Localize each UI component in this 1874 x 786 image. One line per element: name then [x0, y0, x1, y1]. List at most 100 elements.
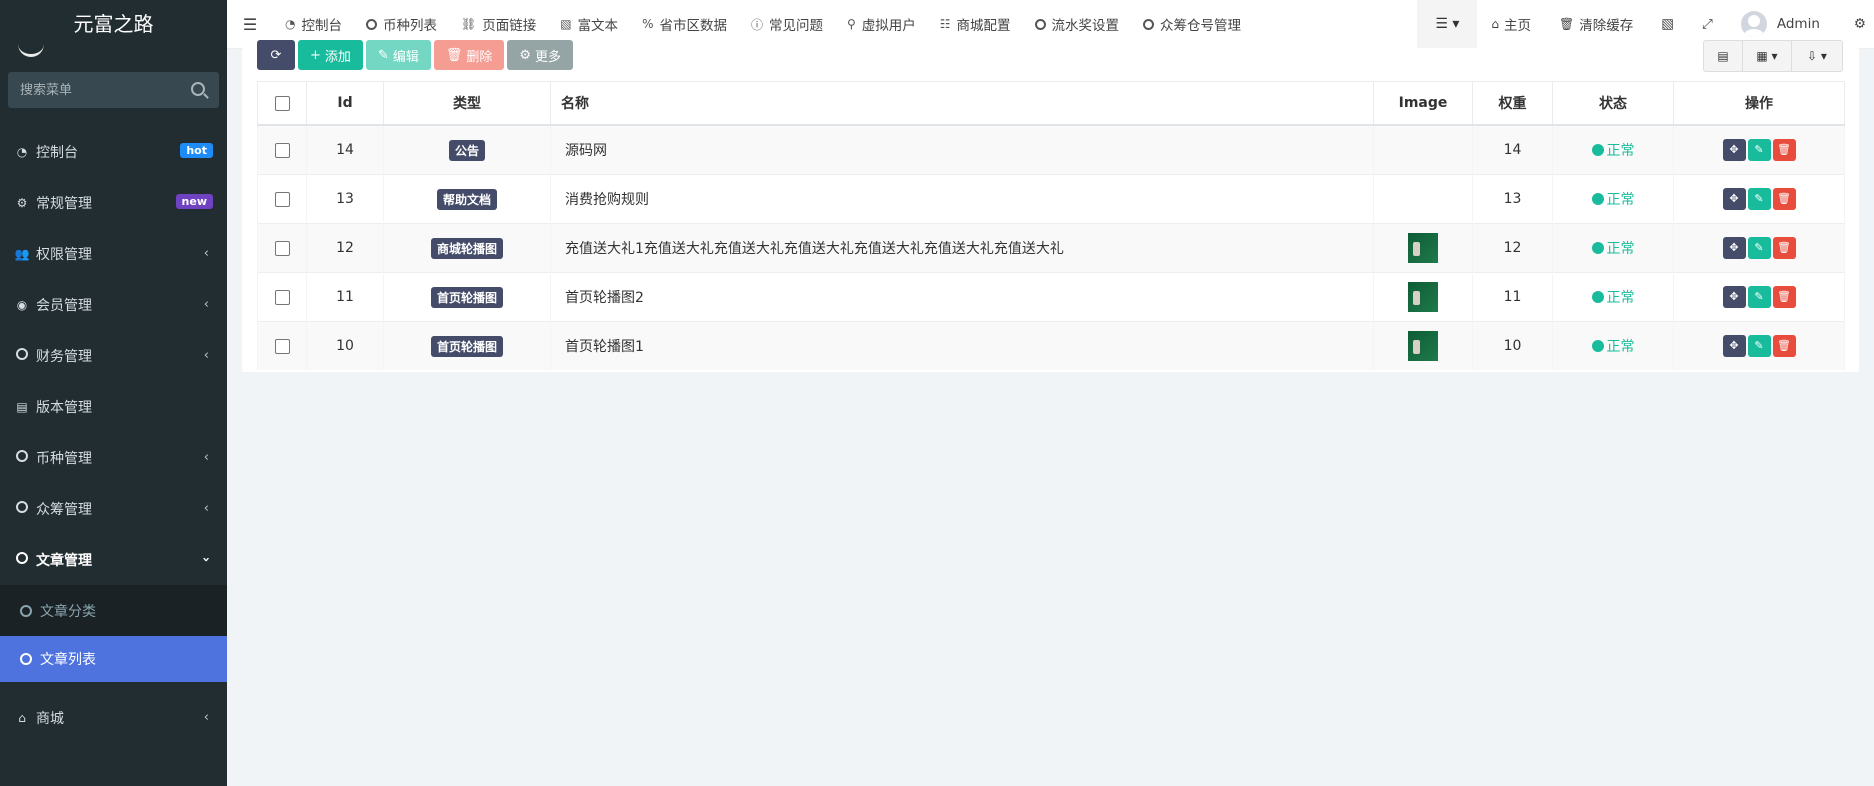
add-button[interactable]: + 添加 [298, 40, 363, 70]
tab-label: 省市区数据 [659, 18, 727, 34]
sidebar-item-label: 控制台 [36, 144, 78, 161]
drag-sort-button[interactable]: ✥ [1722, 286, 1746, 308]
list-alt-icon: ▤ [1717, 49, 1729, 63]
row-edit-button[interactable]: ✎ [1747, 139, 1771, 161]
row-checkbox[interactable] [274, 191, 290, 207]
tabs-dropdown-button[interactable]: ☰ ▾ [1417, 0, 1478, 48]
home-link[interactable]: ⌂ 主页 [1477, 0, 1545, 48]
row-select-cell [257, 223, 307, 273]
row-delete-button[interactable]: 🗑 [1772, 188, 1796, 210]
sidebar-item-label: 文章列表 [40, 652, 96, 668]
more-label: 更多 [535, 49, 562, 65]
sidebar-item-members[interactable]: ◉ 会员管理 ‹ [0, 279, 227, 330]
tab-label: 虚拟用户 [861, 18, 916, 34]
table-row[interactable]: 14 公告 源码网 14 正常 ✥ ✎ 🗑 [257, 124, 1845, 175]
sidebar-item-permissions[interactable]: 👥 权限管理 ‹ [0, 228, 227, 279]
sidebar-item-currency[interactable]: 币种管理 ‹ [0, 432, 227, 483]
menu-search-input[interactable] [8, 72, 202, 108]
tab-region-data[interactable]: % 省市区数据 [630, 0, 739, 48]
row-delete-button[interactable]: 🗑 [1772, 237, 1796, 259]
language-icon[interactable]: ▧ [1647, 0, 1688, 48]
sidebar-item-article-category[interactable]: 文章分类 [0, 585, 227, 636]
row-thumbnail[interactable] [1408, 282, 1438, 312]
row-edit-button[interactable]: ✎ [1747, 237, 1771, 259]
row-delete-button[interactable]: 🗑 [1772, 139, 1796, 161]
sidebar-item-shop[interactable]: ⌂ 商城 ‹ [0, 692, 227, 743]
column-header-status[interactable]: 状态 [1552, 81, 1674, 126]
sidebar-toggle-icon[interactable]: ☰ [227, 15, 273, 34]
column-header-image[interactable]: Image [1373, 81, 1473, 126]
drag-sort-button[interactable]: ✥ [1722, 237, 1746, 259]
download-icon: ⇩ ▾ [1807, 49, 1827, 63]
sliders-icon: ☷ [939, 17, 951, 31]
drag-sort-button[interactable]: ✥ [1722, 139, 1746, 161]
sidebar-item-label: 财务管理 [36, 348, 92, 365]
row-checkbox[interactable] [274, 240, 290, 256]
tab-crowdfunding-slots[interactable]: 众筹仓号管理 [1131, 0, 1253, 48]
search-icon[interactable] [191, 82, 205, 96]
home-label: 主页 [1504, 18, 1532, 34]
tab-shop-config[interactable]: ☷ 商城配置 [928, 0, 1023, 48]
toggle-view-button[interactable]: ▤ [1703, 40, 1743, 72]
status-text: 正常 [1606, 241, 1635, 257]
table-row[interactable]: 13 帮助文档 消费抢购规则 13 正常 ✥ ✎ 🗑 [257, 174, 1845, 224]
row-type-cell: 帮助文档 [383, 174, 551, 224]
table-row[interactable]: 10 首页轮播图 首页轮播图1 10 正常 ✥ ✎ 🗑 [257, 321, 1845, 370]
drag-sort-button[interactable]: ✥ [1722, 335, 1746, 357]
tab-faq[interactable]: ⓘ 常见问题 [739, 0, 835, 48]
drag-sort-button[interactable]: ✥ [1722, 188, 1746, 210]
row-thumbnail[interactable] [1408, 233, 1438, 263]
articles-submenu: 文章分类 文章列表 [0, 585, 227, 682]
row-checkbox[interactable] [274, 142, 290, 158]
edit-button[interactable]: ✎ 编辑 [365, 40, 431, 70]
row-delete-button[interactable]: 🗑 [1772, 286, 1796, 308]
gears-icon[interactable]: ⚙ [1840, 0, 1874, 48]
sidebar-menu: ◔ 控制台 hot ⚙ 常规管理 new 👥 权限管理 ‹ ◉ 会员管理 ‹ 财… [0, 126, 227, 743]
menu-search [8, 72, 219, 108]
column-header-type[interactable]: 类型 [383, 81, 551, 126]
refresh-button[interactable]: ⟳ [257, 40, 295, 70]
tab-flow-reward[interactable]: 流水奖设置 [1023, 0, 1132, 48]
row-checkbox[interactable] [274, 338, 290, 354]
circle-icon [14, 501, 30, 516]
pencil-icon: ✎ [377, 47, 389, 63]
column-header-name[interactable]: 名称 [550, 81, 1374, 126]
more-button[interactable]: ⚙ 更多 [507, 40, 574, 70]
sidebar-item-finance[interactable]: 财务管理 ‹ [0, 330, 227, 381]
brand-logo[interactable]: 元富之路 [0, 0, 227, 57]
sidebar-item-crowdfunding[interactable]: 众筹管理 ‹ [0, 483, 227, 534]
sidebar-item-dashboard[interactable]: ◔ 控制台 hot [0, 126, 227, 177]
clear-cache-button[interactable]: 🗑 清除缓存 [1545, 0, 1647, 48]
sidebar-item-articles[interactable]: 文章管理 ‹ [0, 534, 227, 585]
select-all-checkbox[interactable] [274, 95, 290, 111]
status-dot-icon [1591, 193, 1604, 205]
tab-label: 富文本 [577, 18, 619, 34]
row-delete-button[interactable]: 🗑 [1772, 335, 1796, 357]
row-ops-cell: ✥ ✎ 🗑 [1673, 272, 1845, 322]
cogs-icon: ⚙ [16, 195, 28, 210]
row-checkbox[interactable] [274, 289, 290, 305]
row-edit-button[interactable]: ✎ [1747, 335, 1771, 357]
export-dropdown-button[interactable]: ⇩ ▾ [1792, 40, 1843, 72]
status-badge: 正常 [1591, 143, 1635, 159]
row-weight: 12 [1472, 223, 1553, 273]
table-row[interactable]: 11 首页轮播图 首页轮播图2 11 正常 ✥ ✎ 🗑 [257, 272, 1845, 322]
logo-icon [18, 40, 44, 57]
table-row[interactable]: 12 商城轮播图 充值送大礼1充值送大礼充值送大礼充值送大礼充值送大礼充值送大礼… [257, 223, 1845, 273]
user-icon: ⚲ [846, 17, 856, 31]
delete-button[interactable]: 🗑 删除 [433, 40, 505, 70]
circle-icon [20, 604, 32, 617]
sidebar-item-versions[interactable]: ▤ 版本管理 [0, 381, 227, 432]
row-edit-button[interactable]: ✎ [1747, 188, 1771, 210]
tab-label: 页面链接 [482, 18, 537, 34]
tab-virtual-users[interactable]: ⚲ 虚拟用户 [835, 0, 928, 48]
row-edit-button[interactable]: ✎ [1747, 286, 1771, 308]
row-select-cell [257, 272, 307, 322]
column-header-weight[interactable]: 权重 [1472, 81, 1553, 126]
sidebar-item-label: 权限管理 [36, 246, 92, 263]
columns-dropdown-button[interactable]: ▦ ▾ [1743, 40, 1792, 72]
sidebar-item-article-list[interactable]: 文章列表 [0, 636, 227, 682]
column-header-id[interactable]: Id [306, 81, 384, 126]
sidebar-item-general[interactable]: ⚙ 常规管理 new [0, 177, 227, 228]
row-thumbnail[interactable] [1408, 331, 1438, 361]
